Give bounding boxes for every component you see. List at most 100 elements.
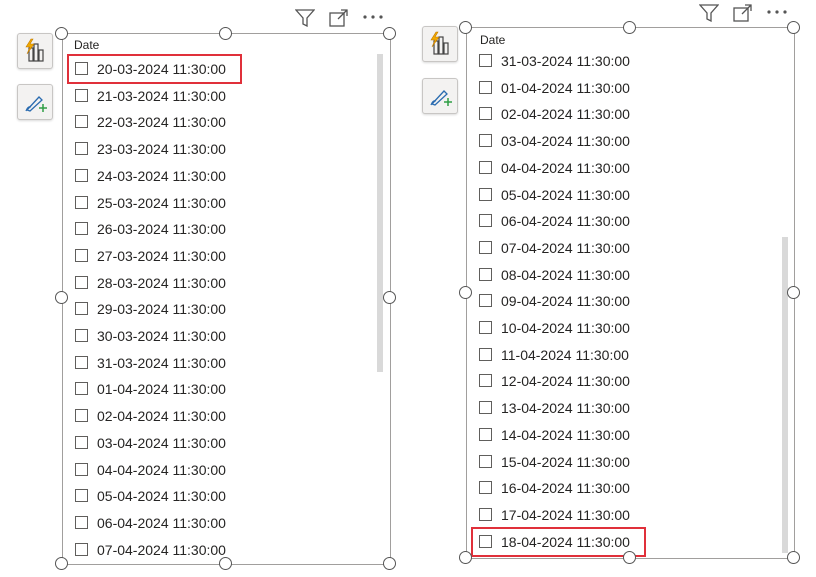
list-item[interactable]: 02-04-2024 11:30:00 [75,406,315,426]
more-options-icon[interactable] [766,9,788,17]
list-item[interactable]: 12-04-2024 11:30:00 [479,371,719,391]
list-item[interactable]: 31-03-2024 11:30:00 [75,353,315,373]
checkbox[interactable] [75,195,88,209]
checkbox[interactable] [75,88,88,102]
resize-handle-top-right[interactable] [787,21,800,34]
checkbox[interactable] [75,222,88,236]
checkbox[interactable] [479,54,492,67]
resize-handle-middle-right[interactable] [383,291,396,304]
list-item[interactable]: 22-03-2024 11:30:00 [75,112,315,132]
focus-mode-icon[interactable] [733,4,753,22]
resize-handle-bottom-left[interactable] [55,557,68,570]
list-item[interactable]: 02-04-2024 11:30:00 [479,104,719,124]
list-item[interactable]: 03-04-2024 11:30:00 [479,131,719,151]
checkbox[interactable] [75,329,88,342]
filter-icon[interactable] [295,9,315,27]
checkbox[interactable] [75,355,88,369]
checkbox[interactable] [75,435,88,449]
checkbox[interactable] [479,427,492,441]
list-item[interactable]: 24-03-2024 11:30:00 [75,166,315,186]
checkbox[interactable] [479,187,492,201]
list-item[interactable]: 07-04-2024 11:30:00 [479,238,719,258]
list-item[interactable]: 05-04-2024 11:30:00 [479,185,719,205]
checkbox[interactable] [479,401,492,415]
checkbox[interactable] [75,115,88,129]
resize-handle-bottom-right[interactable] [383,557,396,570]
checkbox[interactable] [75,462,88,476]
checkbox[interactable] [75,248,88,262]
checkbox[interactable] [479,240,492,254]
list-item[interactable]: 21-03-2024 11:30:00 [75,86,315,106]
checkbox[interactable] [479,321,492,334]
list-item[interactable]: 04-04-2024 11:30:00 [75,460,315,480]
checkbox[interactable] [479,374,492,388]
resize-handle-top-right[interactable] [383,27,396,40]
checkbox[interactable] [75,489,88,503]
list-item[interactable]: 08-04-2024 11:30:00 [479,265,719,285]
checkbox[interactable] [75,275,88,289]
checkbox[interactable] [479,160,492,174]
checkbox[interactable] [479,80,492,94]
resize-handle-top-left[interactable] [459,21,472,34]
list-item[interactable]: 06-04-2024 11:30:00 [479,211,719,231]
build-visual-button[interactable] [17,33,53,69]
list-item[interactable]: 01-04-2024 11:30:00 [75,379,315,399]
checkbox[interactable] [479,134,492,148]
list-item[interactable]: 06-04-2024 11:30:00 [75,513,315,533]
list-item[interactable]: 09-04-2024 11:30:00 [479,291,719,311]
scrollbar-thumb[interactable] [377,54,383,372]
resize-handle-top-middle[interactable] [623,21,636,34]
list-item[interactable]: 05-04-2024 11:30:00 [75,486,315,506]
scrollbar-thumb[interactable] [782,237,788,553]
resize-handle-middle-left[interactable] [55,291,68,304]
right-date-slicer[interactable]: Date 31-03-2024 11:30:00 01-04-2024 11:30… [466,27,795,559]
list-item[interactable]: 13-04-2024 11:30:00 [479,398,719,418]
checkbox[interactable] [479,347,492,361]
list-item[interactable]: 11-04-2024 11:30:00 [479,345,719,365]
list-item[interactable]: 31-03-2024 11:30:00 [479,51,719,71]
checkbox[interactable] [479,481,492,495]
resize-handle-bottom-left[interactable] [459,551,472,564]
checkbox[interactable] [479,214,492,228]
checkbox[interactable] [75,542,88,556]
list-item[interactable]: 29-03-2024 11:30:00 [75,299,315,319]
checkbox[interactable] [75,168,88,182]
list-item[interactable]: 27-03-2024 11:30:00 [75,246,315,266]
checkbox[interactable] [479,267,492,281]
more-options-icon[interactable] [362,14,384,22]
resize-handle-bottom-middle[interactable] [219,557,232,570]
format-visual-button[interactable] [17,84,53,120]
list-item[interactable]: 04-04-2024 11:30:00 [479,158,719,178]
list-item[interactable]: 28-03-2024 11:30:00 [75,273,315,293]
format-visual-button[interactable] [422,78,458,114]
checkbox[interactable] [479,107,492,121]
list-item[interactable]: 03-04-2024 11:30:00 [75,433,315,453]
checkbox[interactable] [75,515,88,529]
list-item[interactable]: 15-04-2024 11:30:00 [479,452,719,472]
checkbox[interactable] [75,142,88,156]
list-item[interactable]: 23-03-2024 11:30:00 [75,139,315,159]
left-date-slicer[interactable]: Date 20-03-2024 11:30:00 21-03-2024 11:30… [62,33,391,565]
resize-handle-top-left[interactable] [55,27,68,40]
focus-mode-icon[interactable] [329,9,349,27]
list-item[interactable]: 16-04-2024 11:30:00 [479,478,719,498]
checkbox[interactable] [479,507,492,521]
resize-handle-bottom-middle[interactable] [623,551,636,564]
build-visual-button[interactable] [422,26,458,62]
checkbox[interactable] [75,302,88,316]
list-item[interactable]: 10-04-2024 11:30:00 [479,318,719,338]
list-item[interactable]: 26-03-2024 11:30:00 [75,219,315,239]
list-item[interactable]: 17-04-2024 11:30:00 [479,505,719,525]
list-item[interactable]: 30-03-2024 11:30:00 [75,326,315,346]
list-item[interactable]: 07-04-2024 11:30:00 [75,540,315,560]
resize-handle-middle-left[interactable] [459,286,472,299]
resize-handle-bottom-right[interactable] [787,551,800,564]
list-item[interactable]: 25-03-2024 11:30:00 [75,193,315,213]
checkbox[interactable] [479,454,492,468]
checkbox[interactable] [479,294,492,308]
list-item[interactable]: 14-04-2024 11:30:00 [479,425,719,445]
resize-handle-top-middle[interactable] [219,27,232,40]
filter-icon[interactable] [699,4,719,22]
checkbox[interactable] [75,409,88,423]
resize-handle-middle-right[interactable] [787,286,800,299]
